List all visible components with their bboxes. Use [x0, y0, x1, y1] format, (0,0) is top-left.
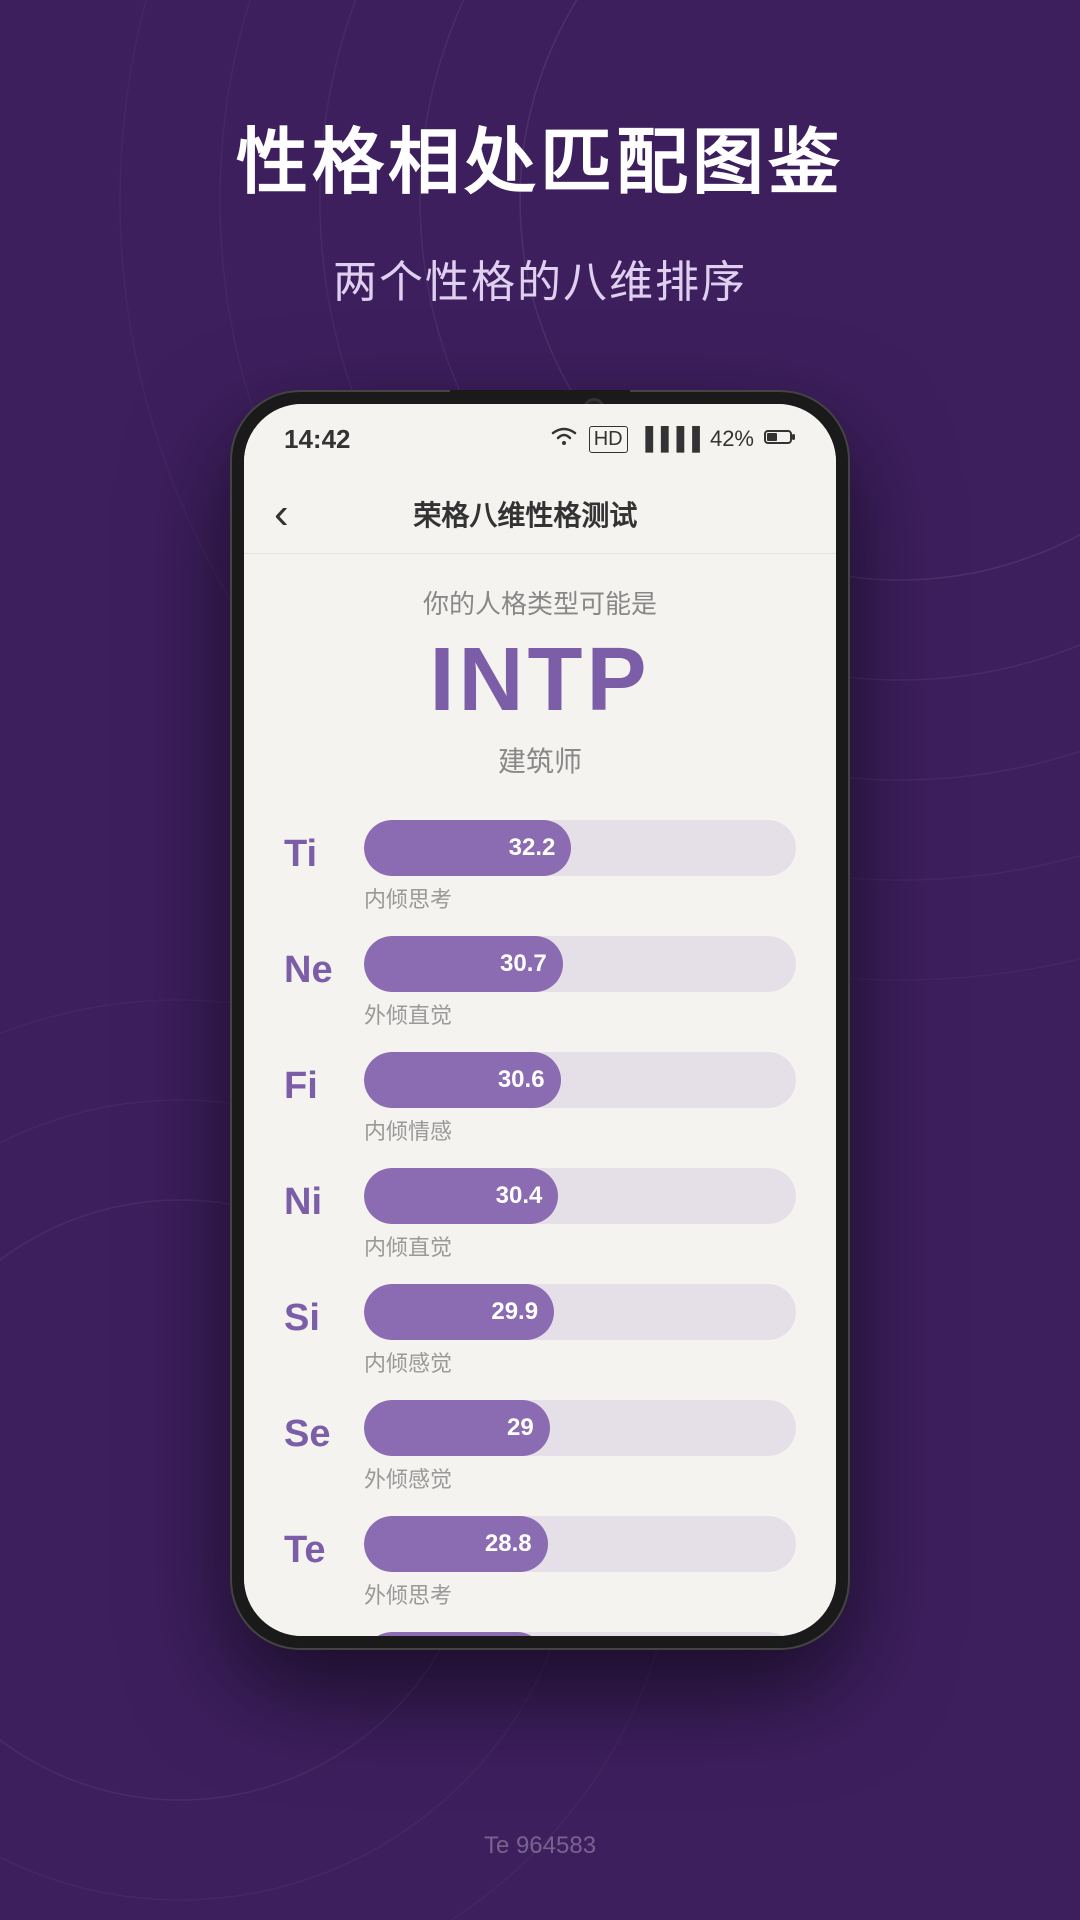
- phone-mockup: 14:42 HD ▐▐▐▐ 42%: [230, 390, 850, 1650]
- signal-icon: ▐▐▐▐: [638, 426, 700, 452]
- bar-item-fe: Fe28.5外倾情感: [284, 1632, 796, 1636]
- bar-fill-si: 29.9: [364, 1284, 554, 1340]
- bar-wrapper-te: 28.8: [364, 1516, 796, 1572]
- bar-value-se: 29: [507, 1414, 534, 1442]
- bar-item-ni: Ni 30.4 内倾直觉: [284, 1168, 796, 1262]
- bar-item-ti: Ti 32.2 内倾思考: [284, 820, 796, 914]
- watermark: Te 964583: [484, 1832, 596, 1860]
- bar-item-te: Te 28.8 外倾思考: [284, 1516, 796, 1610]
- bar-fill-se: 29: [364, 1400, 550, 1456]
- bar-desc-te: 外倾思考: [364, 1578, 796, 1610]
- bar-code-ne: Ne: [284, 949, 364, 992]
- bar-wrapper-fi: 30.6: [364, 1052, 796, 1108]
- bars-container: Ti 32.2 内倾思考 Ne 30.7 外倾直觉 Fi 30.6 内倾情感 Ni 30.4 内倾直觉…: [284, 820, 796, 1636]
- bar-fill-ne: 30.7: [364, 936, 563, 992]
- bar-fill-te: 28.8: [364, 1516, 548, 1572]
- bar-value-si: 29.9: [491, 1298, 538, 1326]
- personality-subtitle: 你的人格类型可能是: [284, 584, 796, 621]
- bar-code-ti: Ti: [284, 833, 364, 876]
- bar-code-fi: Fi: [284, 1065, 364, 1108]
- bar-code-ni: Ni: [284, 1181, 364, 1224]
- bar-value-ne: 30.7: [500, 950, 547, 978]
- bar-item-ne: Ne 30.7 外倾直觉: [284, 936, 796, 1030]
- bar-code-si: Si: [284, 1297, 364, 1340]
- main-title: 性格相处匹配图鉴: [0, 120, 1080, 206]
- bar-fill-ti: 32.2: [364, 820, 571, 876]
- status-icons: HD ▐▐▐▐ 42%: [549, 425, 796, 453]
- bar-value-ni: 30.4: [496, 1182, 543, 1210]
- bar-item-se: Se 29 外倾感觉: [284, 1400, 796, 1494]
- bar-wrapper-ne: 30.7: [364, 936, 796, 992]
- bar-desc-ni: 内倾直觉: [364, 1230, 796, 1262]
- bar-wrapper-fe: 28.5: [364, 1632, 796, 1636]
- bar-value-te: 28.8: [485, 1530, 532, 1558]
- personality-type: INTP: [284, 631, 796, 730]
- bar-wrapper-se: 29: [364, 1400, 796, 1456]
- bar-wrapper-ti: 32.2: [364, 820, 796, 876]
- bar-item-si: Si 29.9 内倾感觉: [284, 1284, 796, 1378]
- bar-desc-se: 外倾感觉: [364, 1462, 796, 1494]
- phone-container: 14:42 HD ▐▐▐▐ 42%: [0, 390, 1080, 1650]
- bar-desc-ti: 内倾思考: [364, 882, 796, 914]
- header-section: 性格相处匹配图鉴 两个性格的八维排序: [0, 0, 1080, 310]
- bar-wrapper-ni: 30.4: [364, 1168, 796, 1224]
- bar-desc-si: 内倾感觉: [364, 1346, 796, 1378]
- bar-value-ti: 32.2: [509, 834, 556, 862]
- sub-title: 两个性格的八维排序: [0, 246, 1080, 310]
- bar-desc-ne: 外倾直觉: [364, 998, 796, 1030]
- personality-name: 建筑师: [284, 740, 796, 780]
- bar-item-fi: Fi 30.6 内倾情感: [284, 1052, 796, 1146]
- back-button[interactable]: ‹: [274, 492, 289, 536]
- bar-desc-fi: 内倾情感: [364, 1114, 796, 1146]
- phone-screen: 14:42 HD ▐▐▐▐ 42%: [244, 404, 836, 1636]
- battery-percent: 42%: [710, 426, 754, 452]
- bar-code-te: Te: [284, 1529, 364, 1572]
- status-time: 14:42: [284, 424, 351, 455]
- battery-icon: [764, 426, 796, 452]
- wifi-icon: [549, 425, 579, 453]
- content-area: 你的人格类型可能是 INTP 建筑师 Ti 32.2 内倾思考 Ne 30.7 外倾直觉 F…: [244, 554, 836, 1636]
- bar-fill-fi: 30.6: [364, 1052, 561, 1108]
- bar-code-se: Se: [284, 1413, 364, 1456]
- bar-value-fi: 30.6: [498, 1066, 545, 1094]
- status-bar: 14:42 HD ▐▐▐▐ 42%: [244, 404, 836, 474]
- bar-fill-ni: 30.4: [364, 1168, 558, 1224]
- nav-bar: ‹ 荣格八维性格测试: [244, 474, 836, 554]
- hd-badge: HD: [589, 426, 628, 453]
- bar-fill-fe: 28.5: [364, 1632, 545, 1636]
- nav-title: 荣格八维性格测试: [289, 494, 762, 534]
- bar-wrapper-si: 29.9: [364, 1284, 796, 1340]
